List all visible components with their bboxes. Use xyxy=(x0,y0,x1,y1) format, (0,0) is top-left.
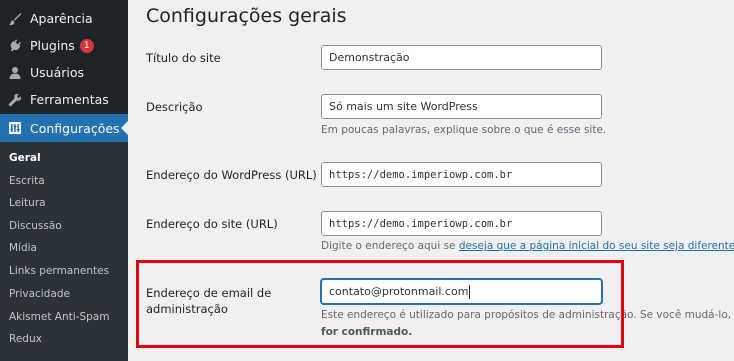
highlight-box xyxy=(136,260,624,348)
site-url-description-text: Digite o endereço aqui se xyxy=(321,240,459,252)
users-icon xyxy=(8,66,22,80)
submenu-item-general[interactable]: Geral xyxy=(9,152,41,164)
submenu-item-akismet[interactable]: Akismet Anti-Spam xyxy=(9,311,109,323)
wrench-icon xyxy=(8,93,22,107)
plugin-icon xyxy=(8,38,22,53)
menu-item-label: Aparência xyxy=(30,11,93,26)
tagline-input[interactable]: Só mais um site WordPress xyxy=(321,94,602,119)
paintbrush-icon xyxy=(8,12,22,26)
menu-item-appearance[interactable]: Aparência xyxy=(0,5,128,32)
site-url-description: Digite o endereço aqui se deseja que a p… xyxy=(321,240,734,252)
site-url-input[interactable]: https://demo.imperiowp.com.br xyxy=(321,211,602,236)
menu-item-plugins[interactable]: Plugins 1 xyxy=(0,32,128,59)
update-count-badge: 1 xyxy=(79,38,94,53)
site-title-input[interactable]: Demonstração xyxy=(321,45,602,70)
settings-icon xyxy=(8,121,22,135)
menu-item-label: Configurações xyxy=(30,120,120,136)
menu-item-label: Ferramentas xyxy=(30,92,109,107)
wordpress-url-label: Endereço do WordPress (URL) xyxy=(146,168,317,182)
menu-item-settings[interactable]: Configurações xyxy=(0,114,128,142)
submenu-item-media[interactable]: Mídia xyxy=(9,242,37,254)
submenu-item-writing[interactable]: Escrita xyxy=(9,175,45,187)
submenu-item-discussion[interactable]: Discussão xyxy=(9,220,62,232)
submenu-item-privacy[interactable]: Privacidade xyxy=(9,288,70,300)
menu-item-users[interactable]: Usuários xyxy=(0,59,128,86)
menu-item-label: Usuários xyxy=(30,65,85,80)
site-url-label: Endereço do site (URL) xyxy=(146,217,278,231)
tagline-label: Descrição xyxy=(146,100,203,114)
submenu-item-redux[interactable]: Redux xyxy=(9,333,42,345)
page-title: Configurações gerais xyxy=(146,5,347,27)
wordpress-url-input[interactable]: https://demo.imperiowp.com.br xyxy=(321,162,602,187)
site-url-help-link[interactable]: deseja que a página inicial do seu site … xyxy=(459,240,734,252)
submenu-item-reading[interactable]: Leitura xyxy=(9,197,46,209)
admin-sidebar: Aparência Plugins 1 Usuários Ferramentas… xyxy=(0,0,128,361)
submenu-item-permalinks[interactable]: Links permanentes xyxy=(9,265,109,277)
settings-submenu: Geral Escrita Leitura Discussão Mídia Li… xyxy=(0,142,128,361)
tagline-description: Em poucas palavras, explique sobre o que… xyxy=(321,124,607,136)
menu-item-tools[interactable]: Ferramentas xyxy=(0,86,128,113)
menu-item-label: Plugins xyxy=(30,38,75,53)
site-title-label: Título do site xyxy=(146,51,221,65)
